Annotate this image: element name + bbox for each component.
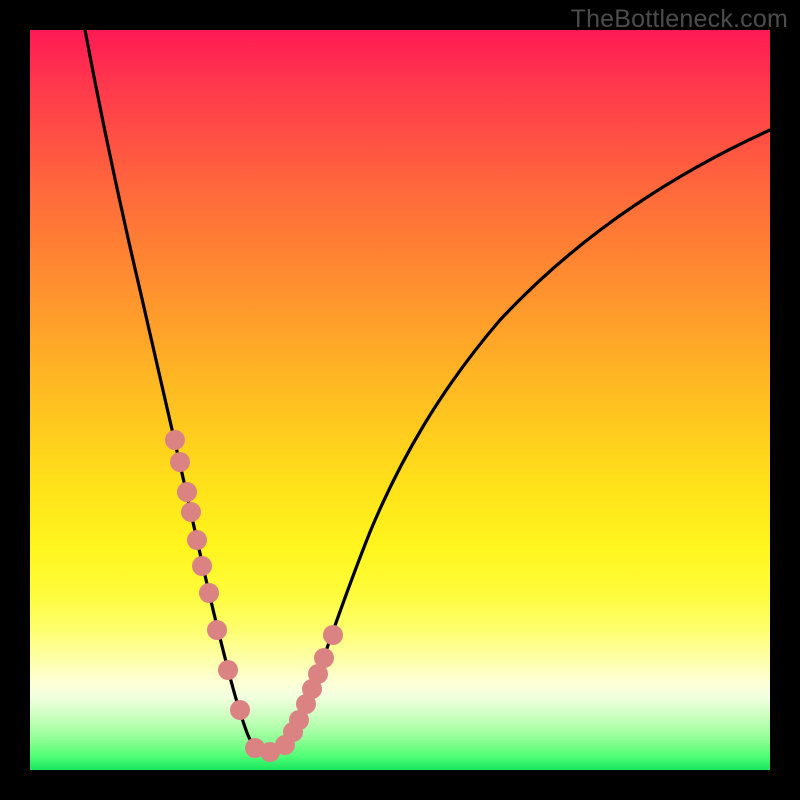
plot-area [30, 30, 770, 770]
dot [199, 583, 219, 603]
dot [323, 625, 343, 645]
curve-path [85, 30, 770, 750]
dot [177, 482, 197, 502]
bottleneck-curve [30, 30, 770, 770]
dot [165, 430, 185, 450]
dot [187, 530, 207, 550]
dot [314, 648, 334, 668]
dot [207, 620, 227, 640]
chart-frame: TheBottleneck.com [0, 0, 800, 800]
dot [230, 700, 250, 720]
dot [170, 452, 190, 472]
dot [218, 660, 238, 680]
dot [181, 502, 201, 522]
highlight-dots [165, 430, 343, 762]
dot [192, 556, 212, 576]
